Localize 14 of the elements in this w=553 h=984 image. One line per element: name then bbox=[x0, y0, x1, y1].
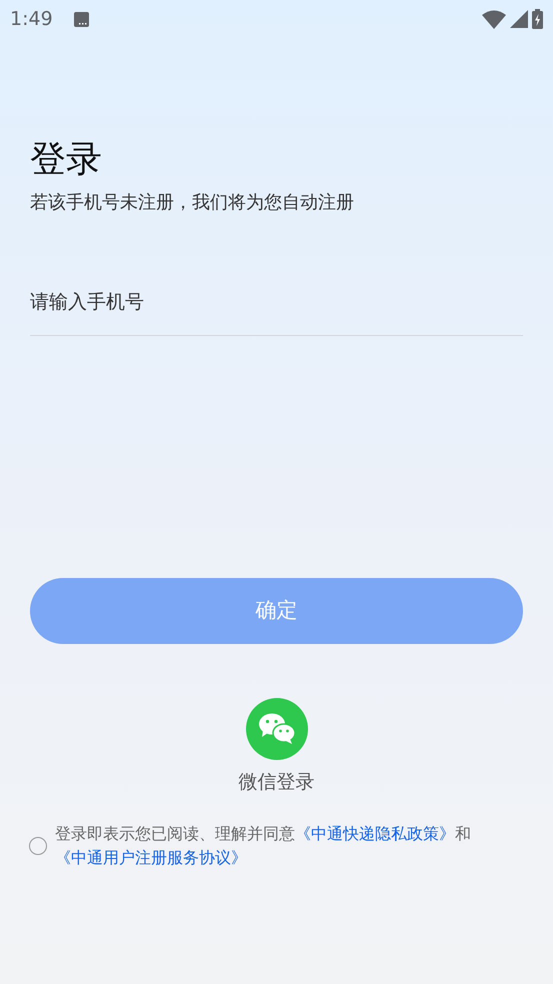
battery-icon bbox=[532, 9, 543, 29]
agreement-text: 登录即表示您已阅读、理解并同意《中通快递隐私政策》和 《中通用户注册服务协议》 bbox=[55, 823, 472, 870]
phone-input-field[interactable]: 请输入手机号 bbox=[30, 282, 523, 336]
agreement-radio[interactable] bbox=[29, 837, 47, 856]
notification-icon bbox=[74, 12, 89, 26]
wechat-icon[interactable] bbox=[246, 698, 308, 760]
policy-link[interactable]: 《中通快递隐私政策》 bbox=[295, 824, 455, 844]
policy-link[interactable]: 《中通用户注册服务协议》 bbox=[55, 848, 247, 868]
wifi-icon bbox=[482, 10, 506, 28]
page-title: 登录 bbox=[30, 138, 103, 182]
subtitle-text: 若该手机号未注册，我们将为您自动注册 bbox=[30, 191, 355, 216]
signal-icon bbox=[510, 10, 528, 28]
wechat-login-label[interactable]: 微信登录 bbox=[238, 768, 314, 796]
status-time: 1:49 bbox=[10, 6, 53, 32]
